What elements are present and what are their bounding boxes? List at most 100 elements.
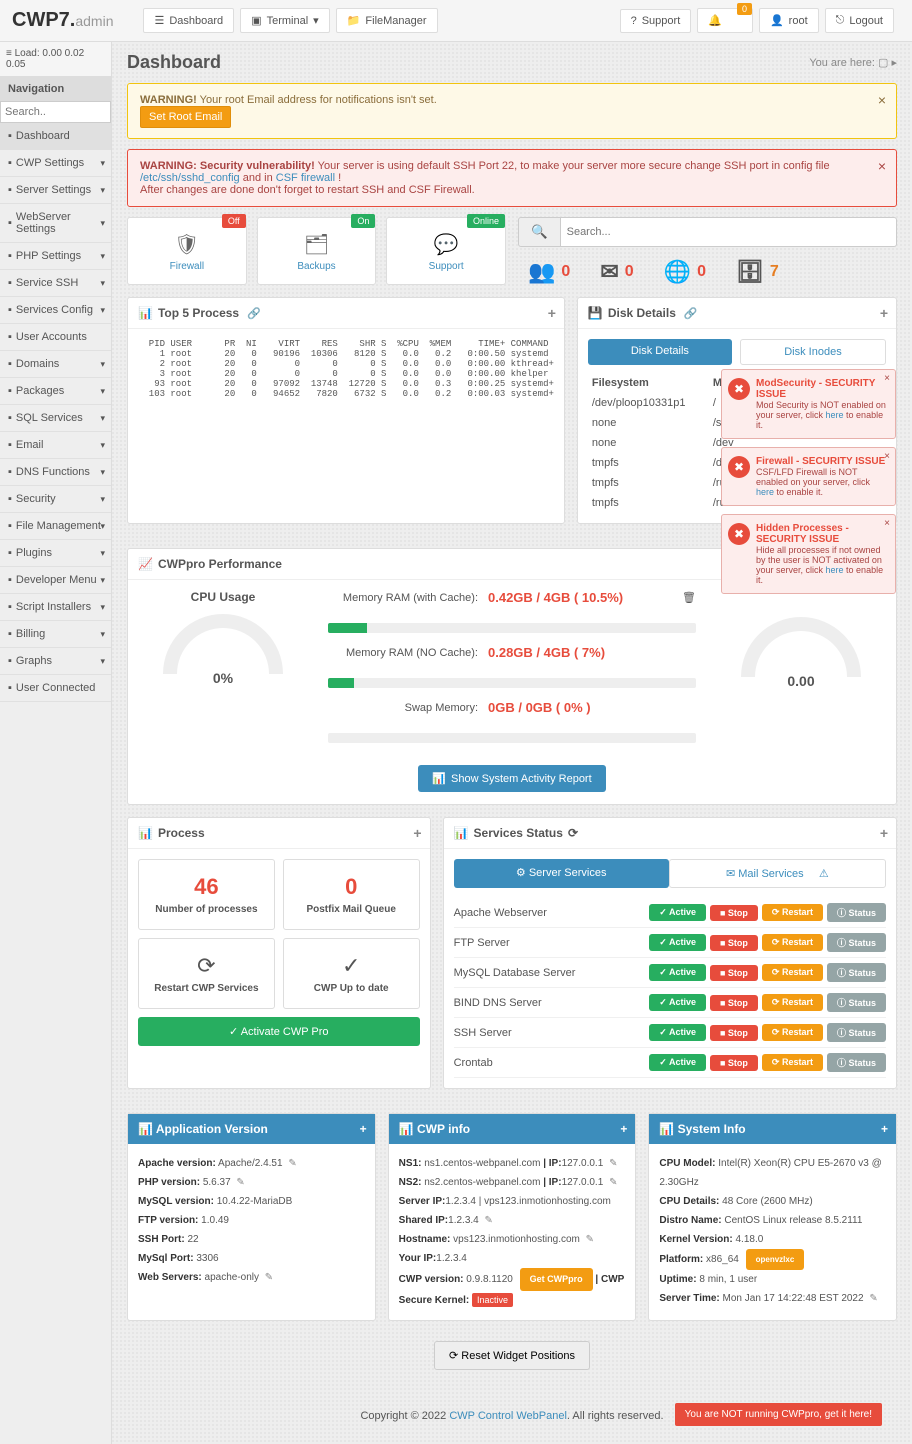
cwp-link[interactable]: CWP Control WebPanel	[449, 1410, 567, 1422]
sidebar-item-user-connected[interactable]: ▪ User Connected	[0, 675, 111, 702]
disk-inodes-tab[interactable]: Disk Inodes	[740, 339, 886, 365]
sidebar-item-dns-functions[interactable]: ▪ DNS Functions▾	[0, 459, 111, 486]
edit-icon[interactable]: ✎	[485, 1215, 493, 1226]
refresh-icon[interactable]: ⟳	[568, 826, 578, 840]
link-icon[interactable]: 🔗	[247, 307, 261, 320]
stop-button[interactable]: ■ Stop	[710, 965, 758, 981]
system-activity-button[interactable]: 📊 Show System Activity Report	[418, 765, 605, 792]
sidebar-item-domains[interactable]: ▪ Domains▾	[0, 351, 111, 378]
server-services-tab[interactable]: ⚙ Server Services	[454, 859, 669, 888]
sidebar-item-billing[interactable]: ▪ Billing▾	[0, 621, 111, 648]
edit-icon[interactable]: ✎	[586, 1234, 594, 1245]
sidebar-item-developer-menu[interactable]: ▪ Developer Menu▾	[0, 567, 111, 594]
get-cwppro-button[interactable]: Get CWPpro	[520, 1268, 593, 1291]
add-icon[interactable]: +	[620, 1122, 627, 1136]
stat-card-support[interactable]: Online💬Support	[386, 217, 506, 285]
restart-button[interactable]: ⟳ Restart	[762, 904, 823, 921]
status-button[interactable]: ⓘ Status	[827, 903, 886, 922]
toast-link[interactable]: here	[826, 565, 844, 575]
main-search-input[interactable]	[561, 217, 897, 247]
dashboard-tab[interactable]: ☰ Dashboard	[143, 8, 234, 33]
restart-button[interactable]: ⟳ Restart	[762, 994, 823, 1011]
summary-item[interactable]: 👥 0	[528, 259, 570, 285]
sidebar-item-plugins[interactable]: ▪ Plugins▾	[0, 540, 111, 567]
restart-button[interactable]: ⟳ Restart	[762, 934, 823, 951]
status-button[interactable]: ⓘ Status	[827, 993, 886, 1012]
sidebar-item-server-settings[interactable]: ▪ Server Settings▾	[0, 177, 111, 204]
summary-item[interactable]: 🗄 7	[736, 259, 779, 285]
close-icon[interactable]: ×	[878, 92, 886, 108]
restart-button[interactable]: ⟳ Restart	[762, 1024, 823, 1041]
status-button[interactable]: ⓘ Status	[827, 1053, 886, 1072]
process-action-card[interactable]: ✓CWP Up to date	[283, 938, 420, 1009]
stop-button[interactable]: ■ Stop	[710, 935, 758, 951]
sidebar-item-webserver-settings[interactable]: ▪ WebServer Settings▾	[0, 204, 111, 243]
add-icon[interactable]: +	[881, 1122, 888, 1136]
close-icon[interactable]: ×	[884, 373, 890, 384]
stop-button[interactable]: ■ Stop	[710, 905, 758, 921]
stat-card-backups[interactable]: On🗂Backups	[257, 217, 377, 285]
notifications-button[interactable]: 🔔0	[697, 8, 753, 33]
sidebar-item-user-accounts[interactable]: ▪ User Accounts	[0, 324, 111, 351]
stop-button[interactable]: ■ Stop	[710, 995, 758, 1011]
trash-icon[interactable]: 🗑	[682, 591, 696, 604]
close-icon[interactable]: ×	[884, 451, 890, 462]
sidebar-item-packages[interactable]: ▪ Packages▾	[0, 378, 111, 405]
sidebar-item-email[interactable]: ▪ Email▾	[0, 432, 111, 459]
sshd-config-link[interactable]: /etc/ssh/sshd_config	[140, 172, 240, 184]
nav-search-input[interactable]	[0, 101, 111, 123]
sidebar-item-sql-services[interactable]: ▪ SQL Services▾	[0, 405, 111, 432]
csf-firewall-link[interactable]: CSF firewall	[276, 172, 335, 184]
add-icon[interactable]: +	[880, 305, 888, 321]
link-icon[interactable]: 🔗	[684, 307, 698, 320]
sidebar-item-file-management[interactable]: ▪ File Management▾	[0, 513, 111, 540]
sidebar-item-services-config[interactable]: ▪ Services Config▾	[0, 297, 111, 324]
user-button[interactable]: 👤 root	[759, 8, 819, 33]
close-icon[interactable]: ×	[884, 518, 890, 529]
add-icon[interactable]: +	[360, 1122, 367, 1136]
toast-link[interactable]: here	[756, 487, 774, 497]
toast-link[interactable]: here	[826, 410, 844, 420]
add-icon[interactable]: +	[880, 825, 888, 841]
edit-icon[interactable]: ✎	[288, 1158, 296, 1169]
filemanager-tab[interactable]: 📁 FileManager	[336, 8, 438, 33]
stop-button[interactable]: ■ Stop	[710, 1025, 758, 1041]
add-icon[interactable]: +	[413, 825, 421, 841]
summary-item[interactable]: 🌐 0	[664, 259, 706, 285]
edit-icon[interactable]: ✎	[609, 1177, 617, 1188]
active-badge: ✓ Active	[649, 994, 706, 1011]
close-icon[interactable]: ×	[878, 158, 886, 174]
edit-icon[interactable]: ✎	[265, 1272, 273, 1283]
sidebar-item-service-ssh[interactable]: ▪ Service SSH▾	[0, 270, 111, 297]
sidebar-item-cwp-settings[interactable]: ▪ CWP Settings▾	[0, 150, 111, 177]
edit-icon[interactable]: ✎	[609, 1158, 617, 1169]
add-icon[interactable]: +	[548, 305, 556, 321]
process-action-card[interactable]: ⟳Restart CWP Services	[138, 938, 275, 1009]
summary-item[interactable]: ✉ 0	[600, 259, 633, 285]
mail-services-tab[interactable]: ✉ Mail Services ⚠	[669, 859, 886, 888]
disk-details-tab[interactable]: Disk Details	[588, 339, 732, 365]
search-button[interactable]: 🔍	[518, 217, 561, 247]
status-button[interactable]: ⓘ Status	[827, 1023, 886, 1042]
stat-card-firewall[interactable]: Off🛡Firewall	[127, 217, 247, 285]
terminal-tab[interactable]: ▣ Terminal ▾	[240, 8, 330, 33]
set-root-email-button[interactable]: Set Root Email	[140, 106, 231, 128]
sidebar-item-script-installers[interactable]: ▪ Script Installers▾	[0, 594, 111, 621]
service-row: Crontab✓ Active■ Stop⟳ Restartⓘ Status	[454, 1048, 886, 1078]
restart-button[interactable]: ⟳ Restart	[762, 964, 823, 981]
edit-icon[interactable]: ✎	[236, 1177, 244, 1188]
sidebar-item-security[interactable]: ▪ Security▾	[0, 486, 111, 513]
status-button[interactable]: ⓘ Status	[827, 963, 886, 982]
edit-icon[interactable]: ✎	[869, 1293, 877, 1304]
support-button[interactable]: ? Support	[620, 9, 692, 33]
activate-cwp-pro-button[interactable]: ✓ Activate CWP Pro	[138, 1017, 420, 1046]
sidebar-item-php-settings[interactable]: ▪ PHP Settings▾	[0, 243, 111, 270]
logout-button[interactable]: ⎋ Logout	[825, 8, 894, 33]
status-button[interactable]: ⓘ Status	[827, 933, 886, 952]
sidebar-item-dashboard[interactable]: ▪ Dashboard	[0, 123, 111, 150]
sidebar-item-graphs[interactable]: ▪ Graphs▾	[0, 648, 111, 675]
reset-widgets-button[interactable]: ⟳ Reset Widget Positions	[434, 1341, 590, 1370]
stop-button[interactable]: ■ Stop	[710, 1055, 758, 1071]
restart-button[interactable]: ⟳ Restart	[762, 1054, 823, 1071]
cwppro-cta[interactable]: You are NOT running CWPpro, get it here!	[675, 1403, 882, 1426]
